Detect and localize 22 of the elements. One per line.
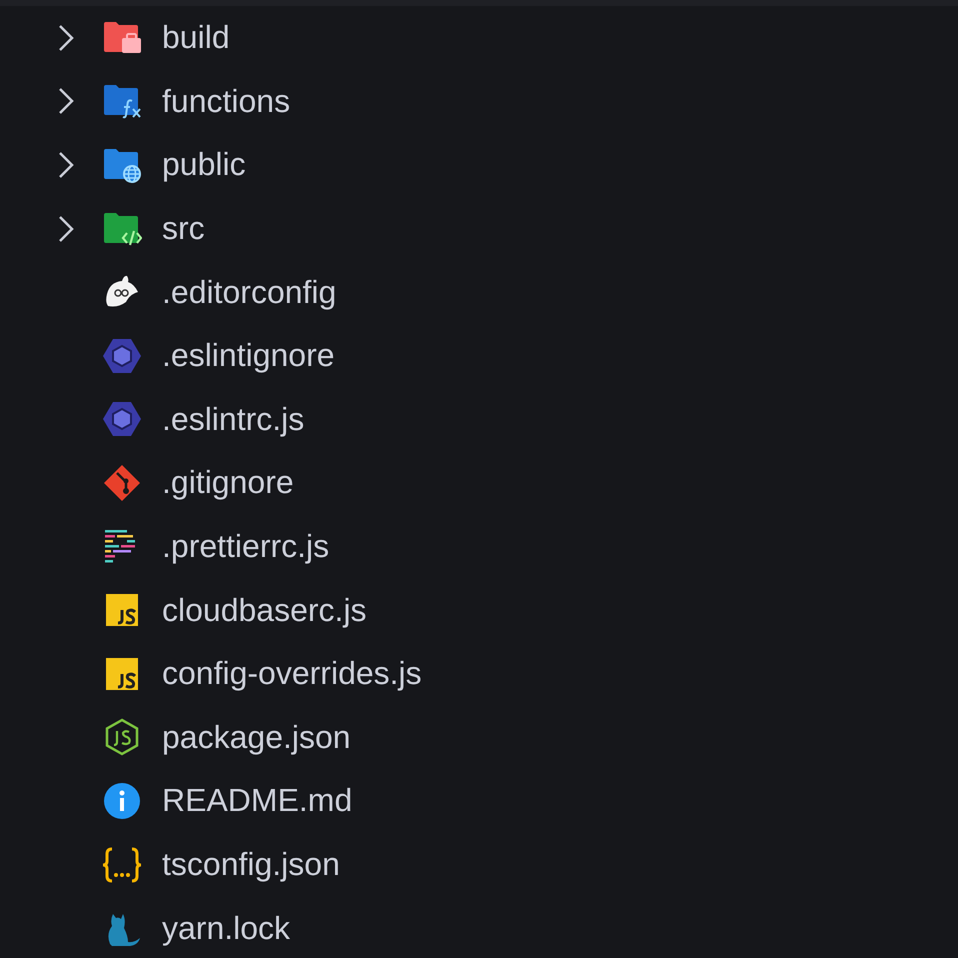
folder-name[interactable]: public [162,146,246,184]
file-name[interactable]: .editorconfig [162,274,336,311]
file-name[interactable]: .eslintrc.js [162,400,304,438]
file-name[interactable]: README.md [162,782,352,820]
chevron-right-icon[interactable] [57,150,75,179]
chevron-right-icon[interactable] [57,214,75,243]
file-name[interactable]: cloudbaserc.js [162,592,367,629]
branch-diamond-icon [102,462,142,503]
file-name[interactable]: .prettierrc.js [162,528,330,566]
file-name[interactable]: config-overrides.js [162,655,422,692]
folder-name[interactable]: build [162,19,230,56]
braces-icon [102,844,142,885]
folder-name[interactable]: functions [162,82,290,120]
folder-name[interactable]: src [162,210,205,248]
file-name[interactable]: yarn.lock [162,910,290,947]
file-name[interactable]: .eslintignore [162,337,335,374]
chevron-right-icon[interactable] [57,24,75,52]
info-icon [102,780,142,821]
chevron-right-icon[interactable] [57,87,75,116]
file-name[interactable]: .gitignore [162,464,294,502]
file-name[interactable]: package.json [162,718,351,756]
file-name[interactable]: tsconfig.json [162,846,340,884]
